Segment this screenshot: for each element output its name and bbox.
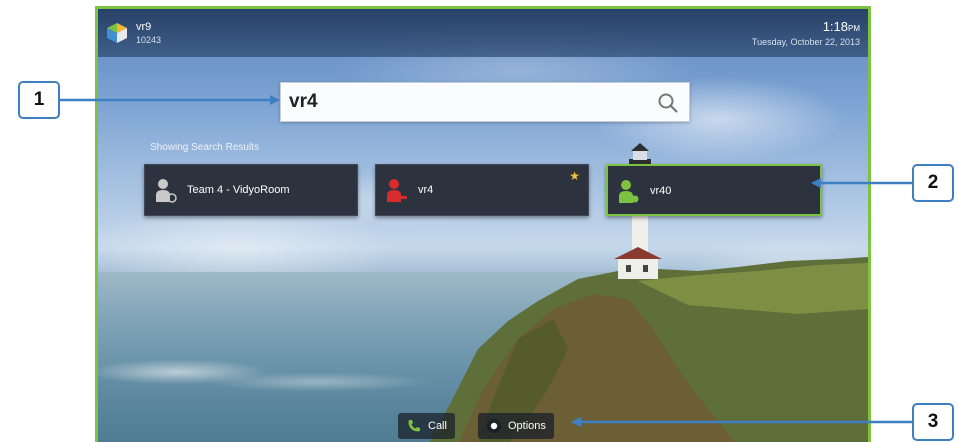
phone-icon (408, 420, 420, 432)
date: Tuesday, October 22, 2013 (751, 37, 860, 47)
top-bar: vr9 10243 1:18PM Tuesday, October 22, 20… (98, 9, 868, 57)
search-icon[interactable] (657, 92, 679, 114)
user-available-icon (619, 180, 639, 203)
clock: 1:18PM (823, 19, 860, 34)
result-name: Team 4 - VidyoRoom (187, 184, 290, 196)
callout-3: 3 (912, 403, 954, 441)
user-offline-icon (156, 179, 177, 203)
user-name: vr9 (136, 21, 152, 33)
vidyo-screen: vr9 10243 1:18PM Tuesday, October 22, 20… (95, 6, 871, 442)
vidyo-logo-icon (107, 23, 127, 43)
result-name: vr40 (650, 185, 672, 197)
call-button[interactable]: Call (398, 413, 455, 439)
search-input[interactable] (287, 86, 637, 118)
search-results-label: Showing Search Results (150, 142, 259, 153)
sky-background (98, 9, 868, 442)
search-box[interactable] (280, 82, 690, 122)
options-button[interactable]: Options (478, 413, 554, 439)
clock-time: 1:18 (822, 19, 848, 34)
user-busy-icon (387, 179, 407, 202)
result-card-vr4[interactable]: vr4 ★ (375, 164, 589, 216)
result-name: vr4 (418, 184, 434, 196)
favorite-star-icon: ★ (569, 169, 580, 183)
user-extension: 10243 (136, 35, 162, 45)
options-icon (487, 419, 501, 433)
callout-2: 2 (912, 164, 954, 202)
callout-1: 1 (18, 81, 60, 119)
result-card-vr40[interactable]: vr40 (606, 164, 822, 216)
call-label: Call (428, 420, 447, 432)
clock-ampm: PM (848, 24, 860, 33)
headland-lighthouse-image (429, 143, 868, 442)
surf-background (98, 342, 868, 402)
options-label: Options (508, 420, 546, 432)
result-card-team4[interactable]: Team 4 - VidyoRoom (144, 164, 358, 216)
